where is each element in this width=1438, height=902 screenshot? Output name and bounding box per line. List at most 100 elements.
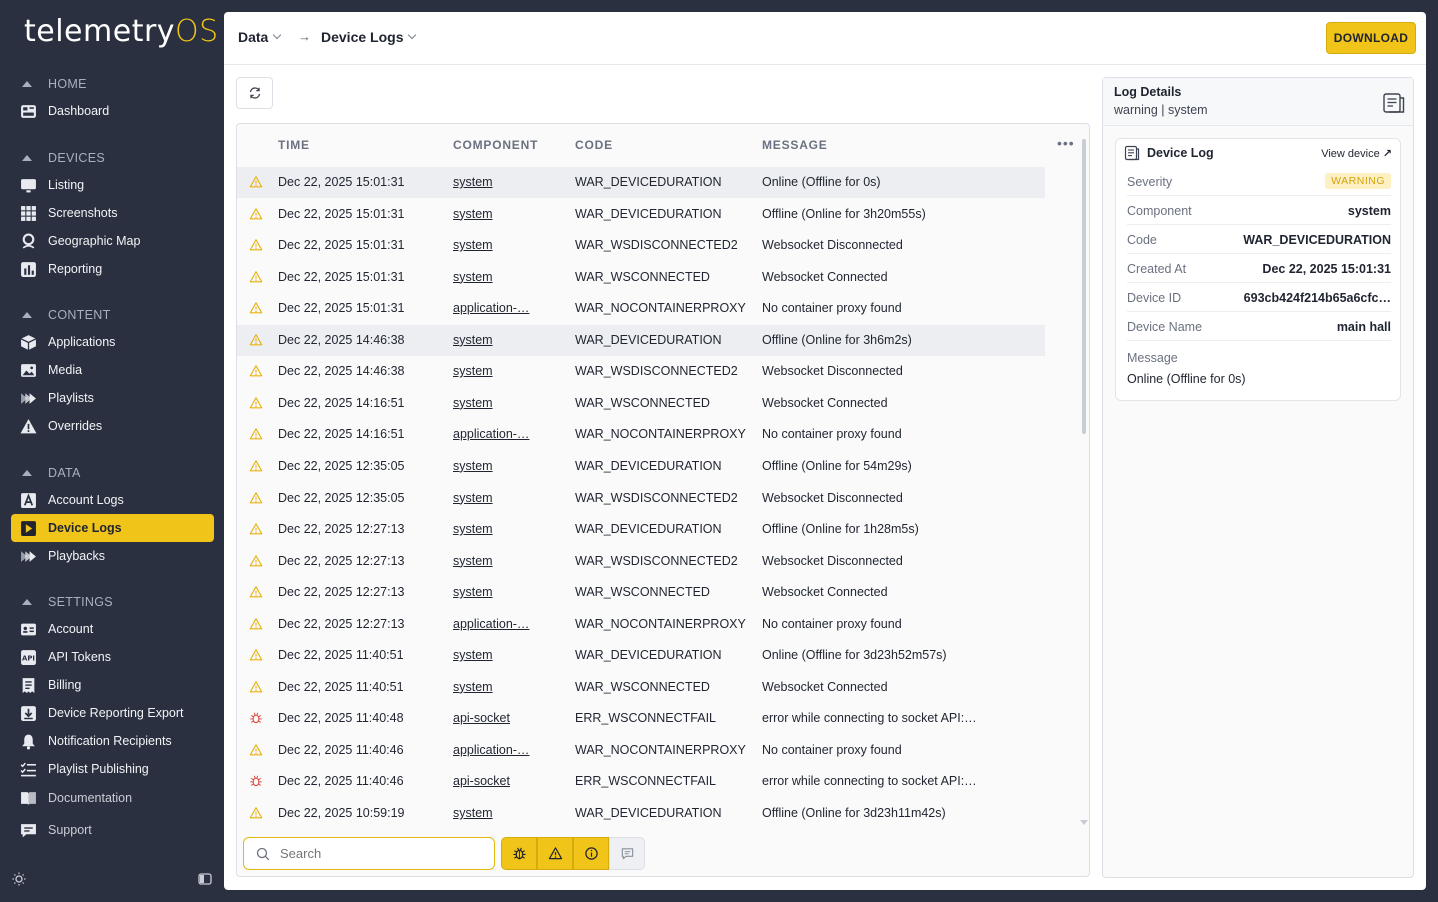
table-row[interactable]: Dec 22, 2025 10:59:19 system WAR_DEVICEDUR… [237,798,1045,829]
cell-component-link[interactable]: application-… [453,617,529,631]
table-row[interactable]: Dec 22, 2025 11:40:48 api-socket ERR_WSCON… [237,703,1045,734]
scroll-down-icon[interactable] [1080,820,1088,825]
sidebar-item-screenshots[interactable]: Screenshots [11,199,214,227]
log-details-subtitle: warning | system [1114,103,1208,117]
sidebar-item-playbacks[interactable]: Playbacks [11,542,214,570]
sidebar-item-documentation[interactable]: Documentation [11,784,214,812]
cell-component-link[interactable]: system [453,491,493,505]
table-row[interactable]: Dec 22, 2025 15:01:31 system WAR_DEVICEDUR… [237,167,1045,198]
table-row[interactable]: Dec 22, 2025 12:27:13 system WAR_WSCONNECT… [237,577,1045,608]
table-row[interactable]: Dec 22, 2025 14:46:38 system WAR_DEVICEDUR… [237,324,1045,356]
cell-component-link[interactable]: application-… [453,427,529,441]
alert-triangle-icon [19,417,37,435]
sidebar-item-applications[interactable]: Applications [11,328,214,356]
table-row[interactable]: Dec 22, 2025 11:40:51 system WAR_DEVICEDUR… [237,640,1045,671]
sidebar-item-account-logs[interactable]: Account Logs [11,486,214,514]
table-row[interactable]: Dec 22, 2025 12:27:13 system WAR_DEVICEDUR… [237,514,1045,545]
cell-component-link[interactable]: system [453,459,493,473]
sidebar-item-notification-recipients[interactable]: Notification Recipients [11,727,214,755]
sidebar-item-playlists[interactable]: Playlists [11,384,214,412]
cell-component-link[interactable]: system [453,585,493,599]
cell-component-link[interactable]: system [453,238,493,252]
cell-component-link[interactable]: system [453,648,493,662]
column-header-component[interactable]: COMPONENT [453,138,538,152]
sidebar-item-account[interactable]: Account [11,615,214,643]
cell-component-link[interactable]: system [453,554,493,568]
view-device-link[interactable]: View device ↗ [1321,147,1392,160]
sidebar-item-media[interactable]: Media [11,356,214,384]
theme-toggle-icon[interactable] [12,872,26,889]
cell-component-link[interactable]: system [453,522,493,536]
table-row[interactable]: Dec 22, 2025 14:16:51 system WAR_WSCONNECT… [237,388,1045,419]
warning-icon [249,806,263,820]
cell-component-link[interactable]: system [453,175,493,189]
column-header-code[interactable]: CODE [575,138,613,152]
cell-component-link[interactable]: api-socket [453,774,510,788]
cell-component-link[interactable]: system [453,333,493,347]
breadcrumb-device-logs[interactable]: Device Logs [321,29,417,45]
sidebar-item-device-reporting-export[interactable]: Device Reporting Export [11,699,214,727]
cell-component-link[interactable]: application-… [453,301,529,315]
table-row[interactable]: Dec 22, 2025 15:01:31 system WAR_DEVICEDUR… [237,199,1045,230]
table-row[interactable]: Dec 22, 2025 12:27:13 application-… WAR_NO… [237,609,1045,640]
sidebar-section-devices[interactable]: DEVICES [22,150,105,166]
search-input[interactable] [280,846,480,861]
column-header-message[interactable]: MESSAGE [762,138,828,152]
download-button[interactable]: DOWNLOAD [1326,22,1416,54]
app-logo[interactable]: telemetryOS [24,14,219,49]
cell-component-link[interactable]: system [453,680,493,694]
cell-component-link[interactable]: system [453,207,493,221]
table-row[interactable]: Dec 22, 2025 12:35:05 system WAR_DEVICEDUR… [237,451,1045,482]
cell-message: Offline (Online for 3h20m55s) [762,206,926,221]
breadcrumb-data[interactable]: Data [238,29,282,45]
filter-error-button[interactable] [501,837,537,870]
table-row[interactable]: Dec 22, 2025 14:46:38 system WAR_WSDISCONN… [237,356,1045,387]
table-row[interactable]: Dec 22, 2025 15:01:31 system WAR_WSDISCONN… [237,230,1045,261]
table-row[interactable]: Dec 22, 2025 12:35:05 system WAR_WSDISCONN… [237,483,1045,514]
sidebar-item-api-tokens[interactable]: API API Tokens [11,643,214,671]
sidebar-item-reporting[interactable]: Reporting [11,255,214,283]
table-row[interactable]: Dec 22, 2025 11:40:46 application-… WAR_NO… [237,735,1045,766]
sidebar-item-overrides[interactable]: Overrides [11,412,214,440]
sidebar-item-dashboard[interactable]: Dashboard [11,97,214,125]
breadcrumb-device-logs-label: Device Logs [321,29,404,45]
sidebar-section-label: HOME [48,77,87,91]
table-row[interactable]: Dec 22, 2025 12:27:13 system WAR_WSDISCONN… [237,546,1045,577]
filter-info-button[interactable] [573,837,609,870]
vertical-scrollbar[interactable] [1082,139,1086,434]
cell-component-link[interactable]: application-… [453,743,529,757]
sidebar-item-geographic-map[interactable]: Geographic Map [11,227,214,255]
document-icon[interactable] [1383,93,1405,118]
sidebar-item-device-logs[interactable]: Device Logs [11,514,214,542]
sidebar-section-data[interactable]: DATA [22,465,81,481]
column-header-time[interactable]: TIME [278,138,310,152]
sidebar-section-settings[interactable]: SETTINGS [22,594,113,610]
refresh-button[interactable] [236,77,273,109]
cell-component-link[interactable]: system [453,396,493,410]
cell-time: Dec 22, 2025 12:27:13 [278,553,405,568]
sidebar-item-playlist-publishing[interactable]: Playlist Publishing [11,755,214,783]
collapse-sidebar-icon[interactable] [198,872,212,889]
cell-message: Websocket Disconnected [762,553,903,568]
table-row[interactable]: Dec 22, 2025 11:40:51 system WAR_WSCONNECT… [237,672,1045,703]
sidebar-item-listing[interactable]: Listing [11,171,214,199]
search-box[interactable] [243,837,495,870]
sidebar-item-billing[interactable]: Billing [11,671,214,699]
cell-component-link[interactable]: api-socket [453,711,510,725]
caret-up-icon [22,81,32,87]
sidebar-item-support[interactable]: Support [11,816,214,844]
table-row[interactable]: Dec 22, 2025 14:16:51 application-… WAR_NO… [237,419,1045,450]
sidebar-section-home[interactable]: HOME [22,76,87,92]
table-row[interactable]: Dec 22, 2025 15:01:31 system WAR_WSCONNECT… [237,262,1045,293]
device-log-card: Device Log View device ↗ Severity WARNING… [1115,138,1401,401]
cell-time: Dec 22, 2025 15:01:31 [278,238,405,253]
cell-component-link[interactable]: system [453,364,493,378]
cell-component-link[interactable]: system [453,806,493,820]
cell-component-link[interactable]: system [453,270,493,284]
table-row[interactable]: Dec 22, 2025 15:01:31 application-… WAR_NO… [237,293,1045,324]
more-options-icon[interactable]: ••• [1057,135,1075,151]
filter-warning-button[interactable] [537,837,573,870]
sidebar-section-content[interactable]: CONTENT [22,307,111,323]
filter-message-button[interactable] [609,837,645,870]
table-row[interactable]: Dec 22, 2025 11:40:46 api-socket ERR_WSCON… [237,766,1045,797]
